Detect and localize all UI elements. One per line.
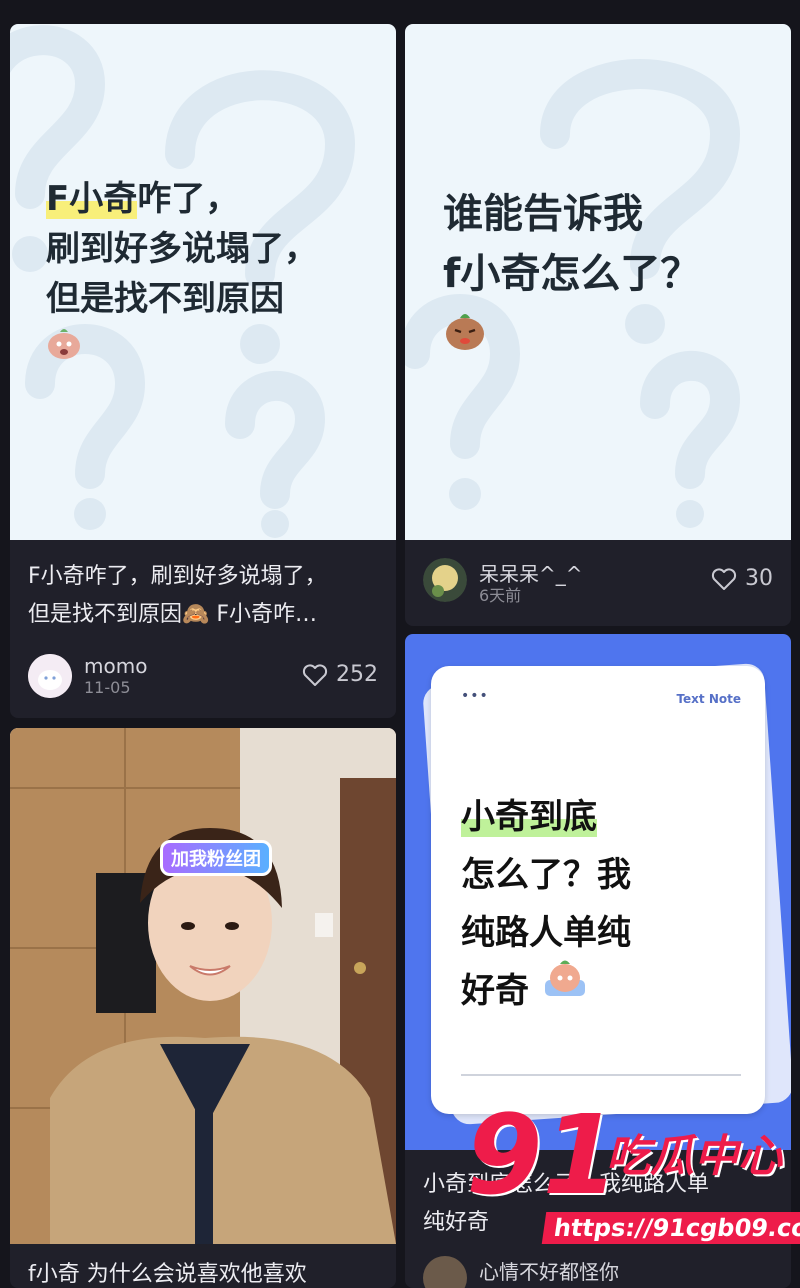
cover-text: F小奇咋了， 刷到好多说塌了， 但是找不到原因	[46, 179, 318, 319]
avatar[interactable]	[423, 1256, 467, 1288]
peach-emoji-icon	[443, 308, 487, 352]
peach-emoji-icon	[46, 326, 82, 360]
like-count: 30	[745, 566, 773, 591]
like-button[interactable]: 252	[302, 662, 378, 687]
note-label: Text Note	[676, 692, 741, 706]
post-meta: momo 11-05 252	[28, 654, 378, 706]
post-caption[interactable]: F小奇咋了，刷到好多说塌了， 但是找不到原因🙈 F小奇咋…	[28, 558, 378, 634]
watermark-logo: 91 吃瓜中心 https://91cgb09.com	[466, 1100, 800, 1250]
post-card[interactable]: 谁能告诉我 f小奇怎么了？ 呆呆呆^_^ 6天前 30	[405, 24, 791, 626]
post-meta: 呆呆呆^_^ 6天前 30	[423, 558, 773, 610]
post-date: 11-05	[84, 678, 131, 697]
post-cover[interactable]: F小奇咋了， 刷到好多说塌了， 但是找不到原因	[10, 24, 396, 540]
note-card: ••• Text Note 小奇到底 怎么了？我 纯路人单纯 好奇	[431, 666, 765, 1114]
divider	[461, 1074, 741, 1076]
heart-icon	[302, 663, 328, 686]
heart-icon	[711, 567, 737, 590]
like-count: 252	[336, 662, 378, 687]
avatar[interactable]	[28, 654, 72, 698]
post-cover[interactable]: 谁能告诉我 f小奇怎么了？	[405, 24, 791, 540]
photo-illustration	[10, 728, 396, 1244]
fan-club-sticker: 加我粉丝团	[160, 840, 272, 876]
post-date: 6天前	[479, 586, 522, 605]
like-button[interactable]: 30	[711, 566, 773, 591]
peach-emoji-icon	[543, 956, 587, 998]
more-icon: •••	[461, 688, 489, 704]
watermark-number: 91	[466, 1091, 620, 1219]
post-card[interactable]: 加我粉丝团 f小奇 为什么会说喜欢他喜欢	[10, 728, 396, 1288]
post-meta: 心情不好都怪你	[423, 1256, 773, 1288]
avatar[interactable]	[423, 558, 467, 602]
post-cover[interactable]: ••• Text Note 小奇到底 怎么了？我 纯路人单纯 好奇	[405, 634, 791, 1150]
author-name[interactable]: 心情不好都怪你	[479, 1256, 619, 1285]
post-caption[interactable]: f小奇 为什么会说喜欢他喜欢	[28, 1256, 378, 1288]
cover-text: 谁能告诉我 f小奇怎么了？	[443, 191, 701, 297]
post-cover-photo[interactable]: 加我粉丝团	[10, 728, 396, 1244]
post-card[interactable]: F小奇咋了， 刷到好多说塌了， 但是找不到原因 F小奇咋了，刷到好多说塌了， 但…	[10, 24, 396, 718]
watermark-text: 吃瓜中心	[606, 1131, 782, 1182]
watermark-url: https://91cgb09.com	[541, 1212, 800, 1244]
author-name[interactable]: momo	[84, 654, 147, 678]
